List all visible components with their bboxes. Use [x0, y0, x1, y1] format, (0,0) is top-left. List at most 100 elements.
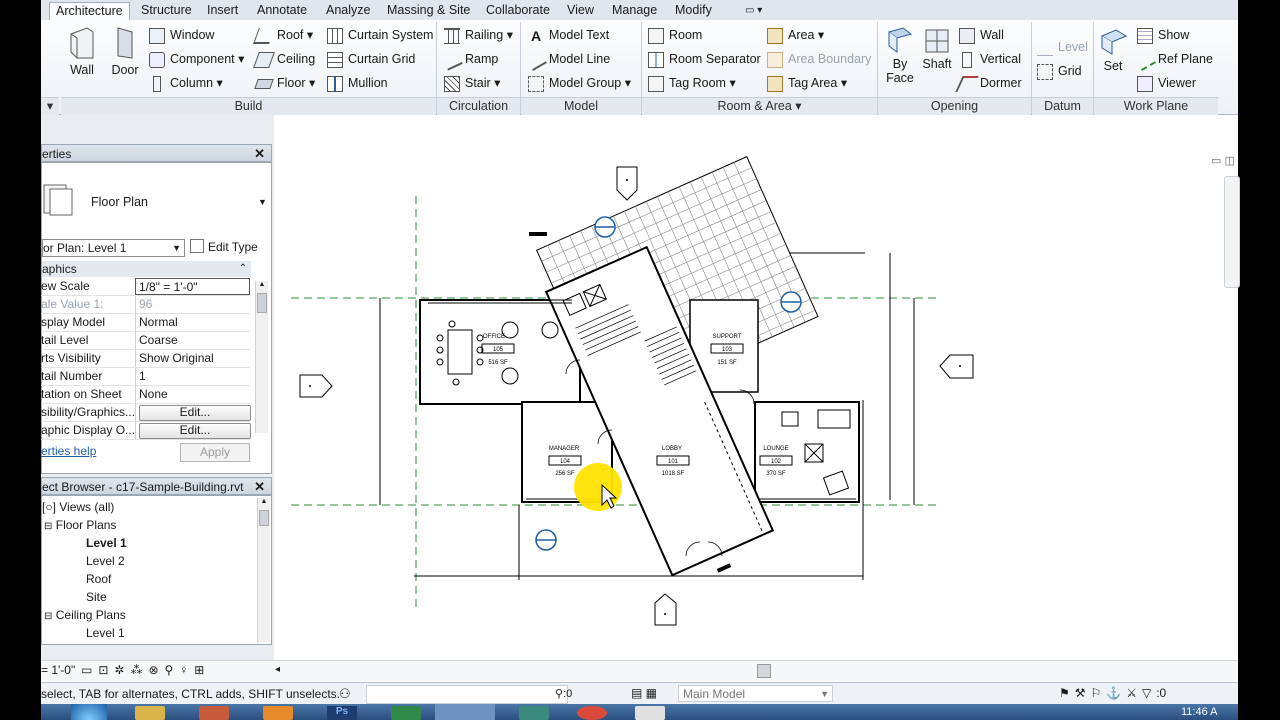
close-icon[interactable]: ✕ — [254, 478, 265, 496]
room-tag-support-name[interactable]: SUPPORT — [713, 334, 742, 340]
room-tag-manager-name[interactable]: MANAGER — [549, 446, 580, 452]
column-button[interactable]: Column ▾ — [149, 75, 223, 92]
window-controls[interactable]: ▭ ◫ — [1211, 154, 1235, 167]
elevation-marker-east[interactable] — [939, 354, 974, 379]
tree-views-all[interactable]: [○] Views (all) — [42, 498, 114, 516]
tree-floor-plans[interactable]: ⊟ Floor Plans — [44, 516, 116, 536]
tab-structure[interactable]: Structure — [135, 2, 198, 20]
tree-ceiling-plans[interactable]: ⊟ Ceiling Plans — [44, 606, 126, 626]
browser-scrollbar[interactable]: ▲ — [257, 498, 270, 642]
horizontal-scroll-thumb[interactable] — [757, 664, 771, 678]
room-tag-manager-number[interactable]: 104 — [560, 459, 571, 465]
taskbar-explorer-icon[interactable] — [135, 706, 165, 720]
view-control-icons[interactable]: ▭⊡✲⁂⊗⚲♀⊞ — [81, 663, 210, 677]
edit-type-button[interactable]: Edit Type — [190, 239, 258, 257]
view-scale-display[interactable]: = 1'-0" — [41, 663, 75, 677]
worksets-icon[interactable]: ⚇ — [339, 686, 351, 702]
elevation-marker-north[interactable] — [616, 166, 638, 201]
floor-button[interactable]: Floor ▾ — [254, 75, 315, 91]
ramp-button[interactable]: Ramp — [441, 49, 498, 71]
taskbar-firefox-icon[interactable] — [263, 706, 293, 720]
workset-field[interactable] — [366, 685, 568, 704]
tab-massing-site[interactable]: Massing & Site — [381, 2, 476, 20]
room-tag-lounge-name[interactable]: LOUNGE — [763, 446, 788, 452]
set-button[interactable]: Set — [1095, 26, 1131, 73]
room-separator-button[interactable]: Room Separator — [648, 51, 761, 68]
tag-area-button[interactable]: Tag Area ▾ — [767, 75, 847, 92]
door-button[interactable]: Door — [105, 26, 145, 77]
taskbar-photoshop-icon[interactable]: Ps — [327, 706, 357, 720]
taskbar-app3-icon[interactable] — [519, 706, 549, 720]
mullion-button[interactable]: Mullion — [327, 75, 388, 92]
prop-row-rotation-on-sheet[interactable]: tation on Sheet None — [41, 386, 250, 404]
wall-button[interactable]: Wall — [61, 26, 103, 77]
curtain-system-button[interactable]: Curtain System — [327, 27, 433, 44]
prop-row-display-model[interactable]: splay Model Normal — [41, 314, 250, 332]
ref-plane-button[interactable]: Ref Plane — [1134, 48, 1213, 71]
tab-analyze[interactable]: Analyze — [320, 2, 376, 20]
tag-room-button[interactable]: Tag Room ▾ — [648, 75, 736, 92]
properties-scrollbar[interactable]: ▲ — [255, 281, 268, 433]
tab-modify[interactable]: Modify — [669, 2, 718, 20]
tree-roof[interactable]: Roof — [86, 570, 111, 588]
view-scale-field[interactable]: 1/8" = 1'-0" — [135, 278, 250, 295]
tree-site[interactable]: Site — [86, 588, 107, 606]
level-button[interactable]: Level — [1037, 39, 1088, 56]
elevation-marker-west[interactable] — [299, 374, 333, 398]
dormer-button[interactable]: Dormer — [955, 75, 1022, 92]
tab-manage[interactable]: Manage — [606, 2, 663, 20]
prop-row-parts-visibility[interactable]: rts Visibility Show Original — [41, 350, 250, 368]
room-tag-lounge-number[interactable]: 102 — [771, 459, 782, 465]
room-tag-office-number[interactable]: 105 — [493, 347, 504, 353]
scroll-left-icon[interactable]: ◂ — [275, 664, 280, 675]
model-text-button[interactable]: A Model Text — [528, 27, 609, 44]
status-count[interactable]: ⚲:0 — [555, 687, 572, 700]
prop-row-detail-number[interactable]: tail Number 1 — [41, 368, 250, 386]
instance-selector[interactable]: or Plan: Level 1 ▼ — [42, 239, 185, 257]
navigation-bar[interactable] — [1224, 176, 1240, 288]
area-button[interactable]: Area ▾ — [767, 27, 824, 44]
show-button[interactable]: Show — [1137, 27, 1189, 44]
roof-button[interactable]: Roof ▾ — [253, 27, 313, 44]
tree-level-1[interactable]: Level 1 — [86, 534, 127, 552]
taskbar-app2-icon[interactable] — [391, 706, 421, 720]
visibility-graphics-edit-button[interactable]: Edit... — [139, 405, 251, 421]
tab-options-icon[interactable]: ▭ ▾ — [739, 2, 768, 20]
shaft-button[interactable]: Shaft — [917, 26, 957, 71]
taskbar-notepad-icon[interactable] — [635, 706, 665, 720]
tab-insert[interactable]: Insert — [201, 2, 244, 20]
room-tag-office-name[interactable]: OFFICE — [483, 334, 505, 340]
room-button[interactable]: Room — [648, 27, 702, 44]
tab-architecture[interactable]: Architecture — [49, 2, 130, 20]
taskbar-clock[interactable]: 11:46 A — [1181, 706, 1218, 718]
room-tag-support-number[interactable]: 103 — [722, 347, 733, 353]
tab-annotate[interactable]: Annotate — [251, 2, 313, 20]
selection-filter-icons[interactable]: ⚑⚒⚐⚓⚔▽:0 — [1059, 686, 1166, 700]
taskbar-revit-icon[interactable] — [435, 704, 495, 720]
panel-collapse[interactable]: ▾ — [41, 97, 59, 115]
curtain-grid-button[interactable]: Curtain Grid — [327, 51, 415, 68]
elevation-marker-south[interactable] — [654, 593, 677, 626]
tree-ceiling-level-1[interactable]: Level 1 — [86, 624, 125, 642]
graphics-group-header[interactable]: aphics ⌃ — [42, 261, 251, 277]
railing-button[interactable]: Railing ▾ — [444, 27, 513, 44]
drawing-canvas[interactable]: OFFICE 105 516 SF SUPPORT 103 151 SF MAN… — [274, 140, 1240, 658]
type-selector[interactable]: Floor Plan ▼ — [42, 165, 271, 237]
stair-button[interactable]: Stair ▾ — [444, 75, 500, 92]
close-icon[interactable]: ✕ — [254, 145, 265, 163]
prop-row-detail-level[interactable]: tail Level Coarse — [41, 332, 250, 350]
viewer-button[interactable]: Viewer — [1137, 75, 1196, 92]
opening-wall-button[interactable]: Wall — [959, 27, 1004, 44]
taskbar-chrome-icon[interactable] — [577, 706, 607, 720]
design-option-select[interactable]: Main Model ▼ — [678, 685, 833, 702]
by-face-button[interactable]: By Face — [879, 26, 921, 85]
window-button[interactable]: Window — [149, 27, 214, 44]
panel-room-area-label[interactable]: Room & Area ▾ — [642, 97, 877, 115]
grid-button[interactable]: Grid — [1037, 63, 1082, 80]
tab-view[interactable]: View — [561, 2, 600, 20]
taskbar-app-icon[interactable] — [199, 706, 229, 720]
area-boundary-button[interactable]: Area Boundary — [767, 51, 871, 68]
start-button[interactable] — [71, 704, 107, 720]
model-group-button[interactable]: Model Group ▾ — [528, 75, 631, 92]
apply-button[interactable]: Apply — [180, 443, 250, 462]
